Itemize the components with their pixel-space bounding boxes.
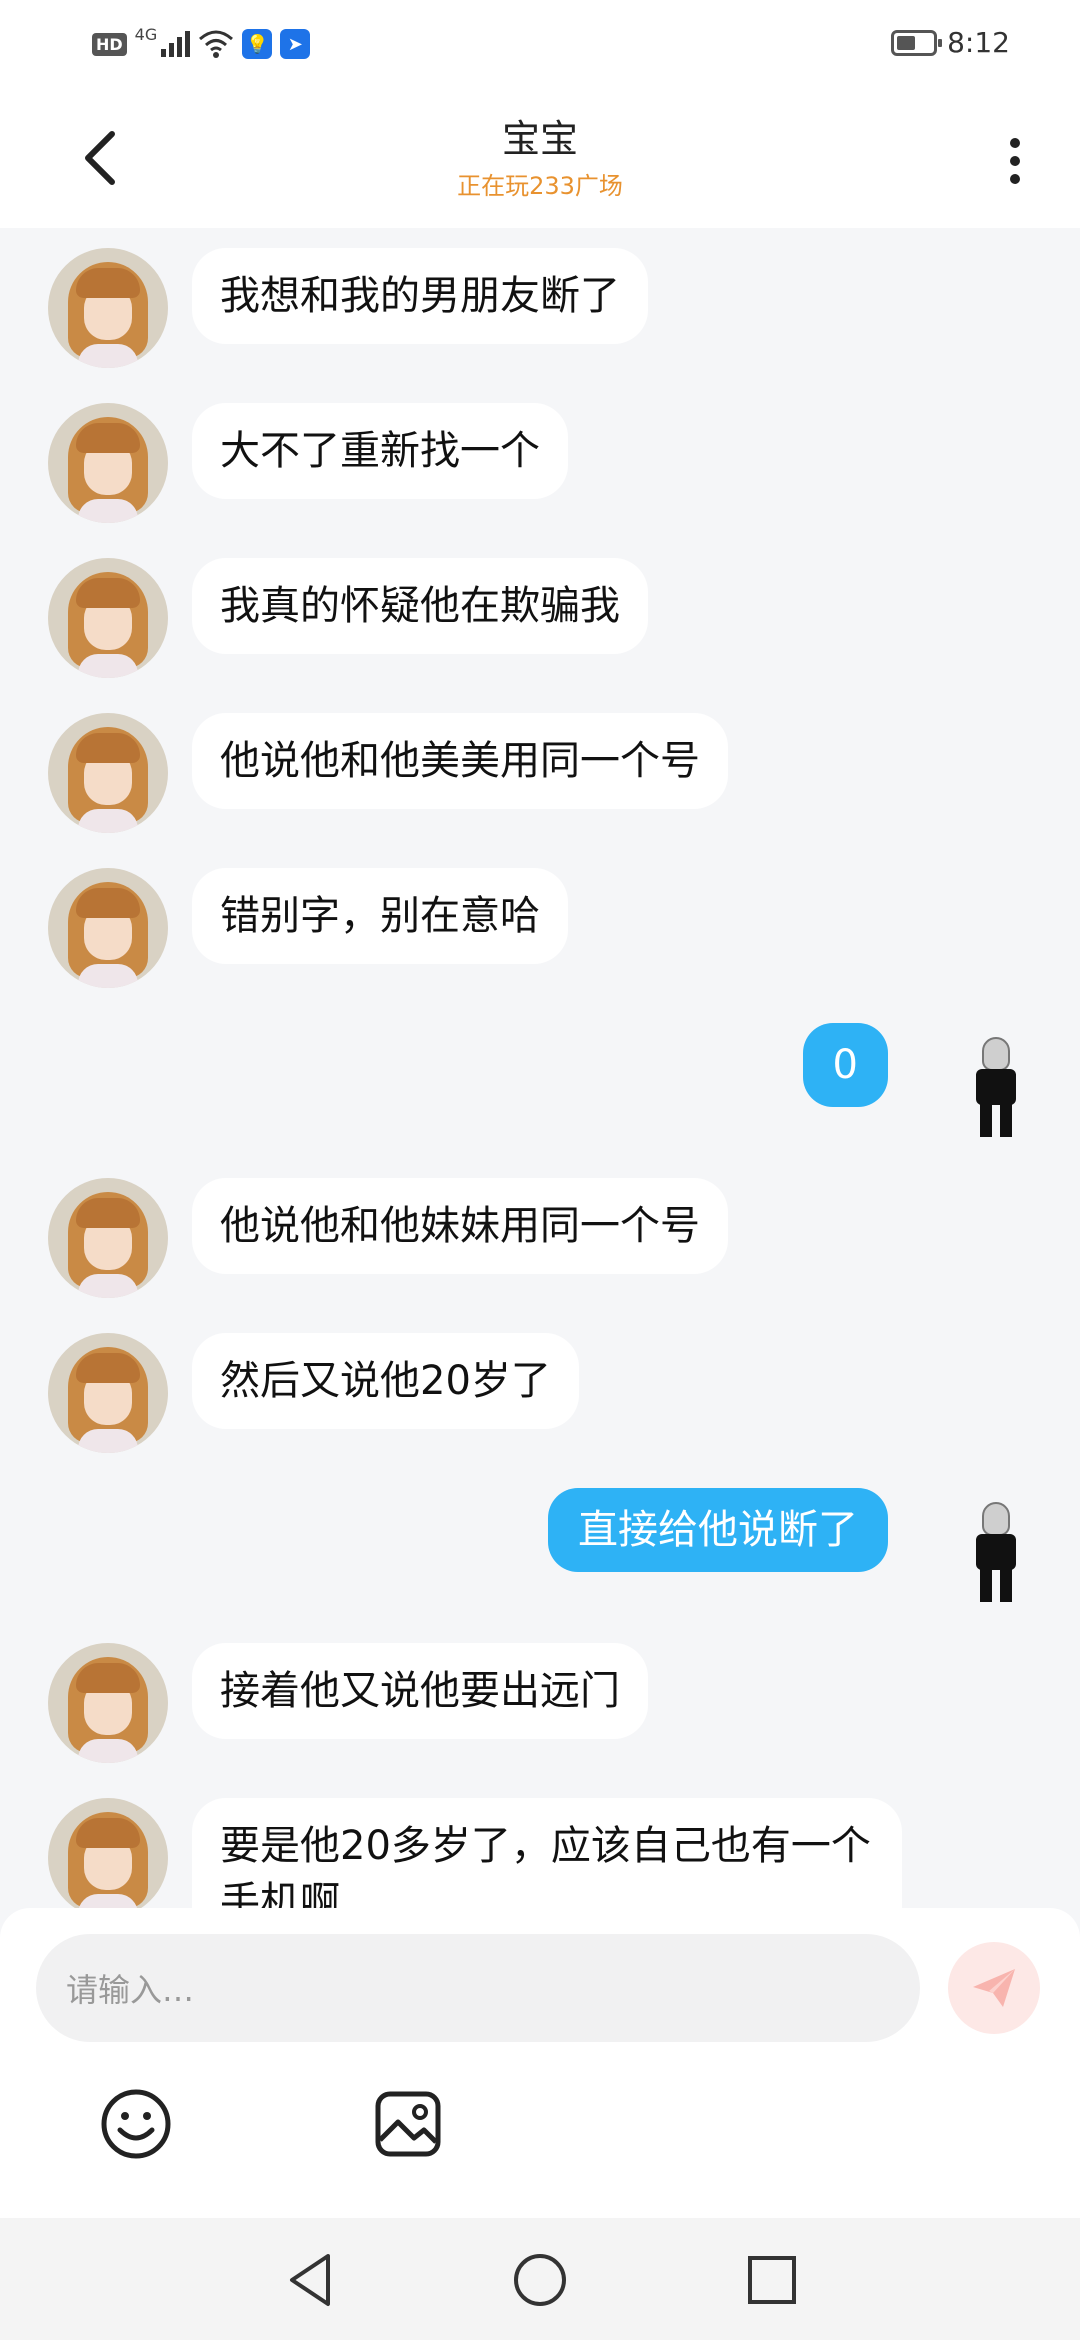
- incoming-message-bubble[interactable]: 我想和我的男朋友断了: [192, 248, 648, 344]
- chat-header: 宝宝 正在玩233广场: [0, 86, 1080, 228]
- incoming-message-bubble[interactable]: 他说他和他美美用同一个号: [192, 713, 728, 809]
- chat-subtitle: 正在玩233广场: [457, 172, 623, 200]
- image-icon: [375, 2091, 441, 2157]
- chat-title: 宝宝: [501, 117, 578, 161]
- hd-badge: HD: [92, 32, 127, 56]
- status-left-icons: HD 4G 💡 ➤: [92, 24, 311, 64]
- nav-home-icon[interactable]: [508, 2248, 572, 2312]
- contact-avatar[interactable]: [48, 1643, 168, 1763]
- contact-avatar[interactable]: [48, 248, 168, 368]
- send-button[interactable]: [948, 1942, 1040, 2034]
- network-type: 4G: [134, 24, 158, 44]
- more-options-button[interactable]: [980, 116, 1050, 206]
- nav-back-icon[interactable]: [280, 2248, 344, 2312]
- contact-avatar[interactable]: [48, 713, 168, 833]
- contact-avatar[interactable]: [48, 558, 168, 678]
- signal-icon: [161, 31, 191, 57]
- contact-avatar[interactable]: [48, 1798, 168, 1908]
- outgoing-message-bubble[interactable]: 直接给他说断了: [548, 1488, 888, 1572]
- wifi-icon: [199, 30, 234, 58]
- outgoing-message-bubble[interactable]: 0: [802, 1023, 888, 1107]
- bulb-app-icon: 💡: [242, 29, 273, 59]
- contact-avatar[interactable]: [48, 1333, 168, 1453]
- emoji-button[interactable]: [96, 2084, 176, 2164]
- send-icon: [973, 1969, 1015, 2007]
- status-time: 8:12: [947, 26, 1010, 59]
- incoming-message-bubble[interactable]: 大不了重新找一个: [192, 403, 568, 499]
- contact-avatar[interactable]: [48, 1178, 168, 1298]
- more-vertical-icon: [1010, 138, 1020, 148]
- incoming-message-bubble[interactable]: 接着他又说他要出远门: [192, 1643, 648, 1739]
- message-input-placeholder: 请输入…: [66, 1971, 195, 2009]
- navigation-app-icon: ➤: [280, 29, 311, 59]
- user-avatar[interactable]: [968, 1037, 1024, 1141]
- contact-avatar[interactable]: [48, 868, 168, 988]
- contact-avatar[interactable]: [48, 403, 168, 523]
- emoji-icon: [101, 2089, 171, 2159]
- message-input[interactable]: 请输入…: [36, 1934, 920, 2042]
- system-nav-bar: [0, 2218, 1080, 2340]
- image-button[interactable]: [368, 2084, 448, 2164]
- nav-recent-apps-icon[interactable]: [740, 2248, 804, 2312]
- user-avatar[interactable]: [968, 1502, 1024, 1606]
- input-area: 请输入…: [0, 1908, 1080, 2218]
- incoming-message-bubble[interactable]: 要是他20多岁了，应该自己也有一个手机啊: [192, 1798, 902, 1908]
- status-bar: HD 4G 💡 ➤ 8:12: [0, 0, 1080, 86]
- incoming-message-bubble[interactable]: 我真的怀疑他在欺骗我: [192, 558, 648, 654]
- incoming-message-bubble[interactable]: 他说他和他妹妹用同一个号: [192, 1178, 728, 1274]
- incoming-message-bubble[interactable]: 错别字，别在意哈: [192, 868, 568, 964]
- incoming-message-bubble[interactable]: 然后又说他20岁了: [192, 1333, 579, 1429]
- status-right: 8:12: [891, 26, 1010, 59]
- battery-icon: [891, 29, 943, 56]
- chat-messages[interactable]: 我想和我的男朋友断了 大不了重新找一个 我真的怀疑他在欺骗我 他说他和他美美用同一个号…: [0, 228, 1080, 1908]
